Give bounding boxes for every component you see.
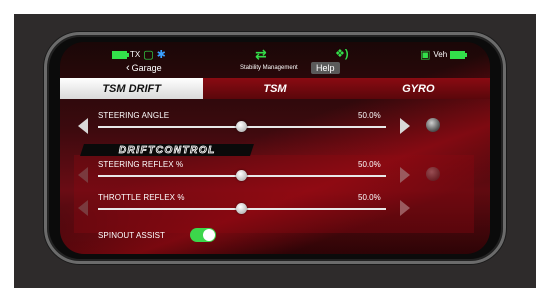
steering-reflex-value: 50.0%: [358, 160, 381, 169]
tx-label: TX: [130, 50, 141, 59]
veh-status: ▣ Veh: [420, 48, 468, 61]
steering-reflex-increase-arrow-icon[interactable]: [400, 167, 410, 183]
throttle-reflex-decrease-arrow-icon[interactable]: [78, 200, 88, 216]
back-label: Garage: [131, 63, 162, 73]
tab-gyro[interactable]: GYRO: [347, 78, 490, 99]
throttle-reflex-value: 50.0%: [358, 193, 381, 202]
steering-reflex-label: STEERING REFLEX %: [98, 160, 184, 169]
signal-icon: ❖): [335, 48, 349, 60]
battery-icon: [112, 50, 129, 59]
spinout-assist-toggle[interactable]: [190, 228, 216, 242]
tx-status: TX ▢ ✱: [112, 48, 166, 61]
tab-tsm-drift[interactable]: TSM DRIFT: [60, 78, 204, 99]
steering-angle-value: 50.0%: [358, 111, 381, 120]
bluetooth-icon: ✱: [156, 49, 166, 61]
stability-management-label: Stability Management: [240, 65, 298, 71]
help-button[interactable]: Help: [311, 62, 340, 74]
throttle-reflex-slider-thumb[interactable]: [236, 203, 247, 214]
toggle-knob: [203, 229, 215, 241]
antenna-icon: ▢: [143, 49, 154, 61]
swap-arrows-icon[interactable]: ⇄: [255, 46, 267, 63]
tab-tsm[interactable]: TSM: [203, 78, 346, 99]
throttle-reflex-increase-arrow-icon[interactable]: [400, 200, 410, 216]
throttle-reflex-label: THROTTLE REFLEX %: [98, 193, 185, 202]
veh-label: Veh: [433, 50, 448, 59]
steering-angle-increase-arrow-icon[interactable]: [400, 118, 410, 134]
drift-control-banner: DRIFTCONTROL: [80, 144, 254, 156]
steering-angle-slider-thumb[interactable]: [236, 121, 247, 132]
spinout-assist-label: SPINOUT ASSIST: [98, 231, 166, 240]
chevron-left-icon: ‹: [126, 62, 130, 74]
status-bar: TX ▢ ✱ ⇄ ❖) ▣ Veh ‹ Garage Stability Man…: [60, 42, 490, 76]
app-screen: TX ▢ ✱ ⇄ ❖) ▣ Veh ‹ Garage Stability Man…: [60, 42, 490, 254]
steering-reflex-decrease-arrow-icon[interactable]: [78, 167, 88, 183]
steering-angle-decrease-arrow-icon[interactable]: [78, 118, 88, 134]
vehicle-icon: ▣: [420, 49, 431, 61]
battery-icon: [450, 50, 468, 59]
tab-bar: TSM DRIFT TSM GYRO: [60, 78, 490, 99]
drift-control-title: DRIFTCONTROL: [118, 144, 216, 156]
knob-icon: [426, 167, 440, 181]
back-garage-button[interactable]: ‹ Garage: [126, 62, 162, 74]
knob-icon[interactable]: [426, 118, 440, 132]
steering-reflex-slider-thumb[interactable]: [236, 170, 247, 181]
steering-angle-label: STEERING ANGLE: [98, 111, 170, 120]
